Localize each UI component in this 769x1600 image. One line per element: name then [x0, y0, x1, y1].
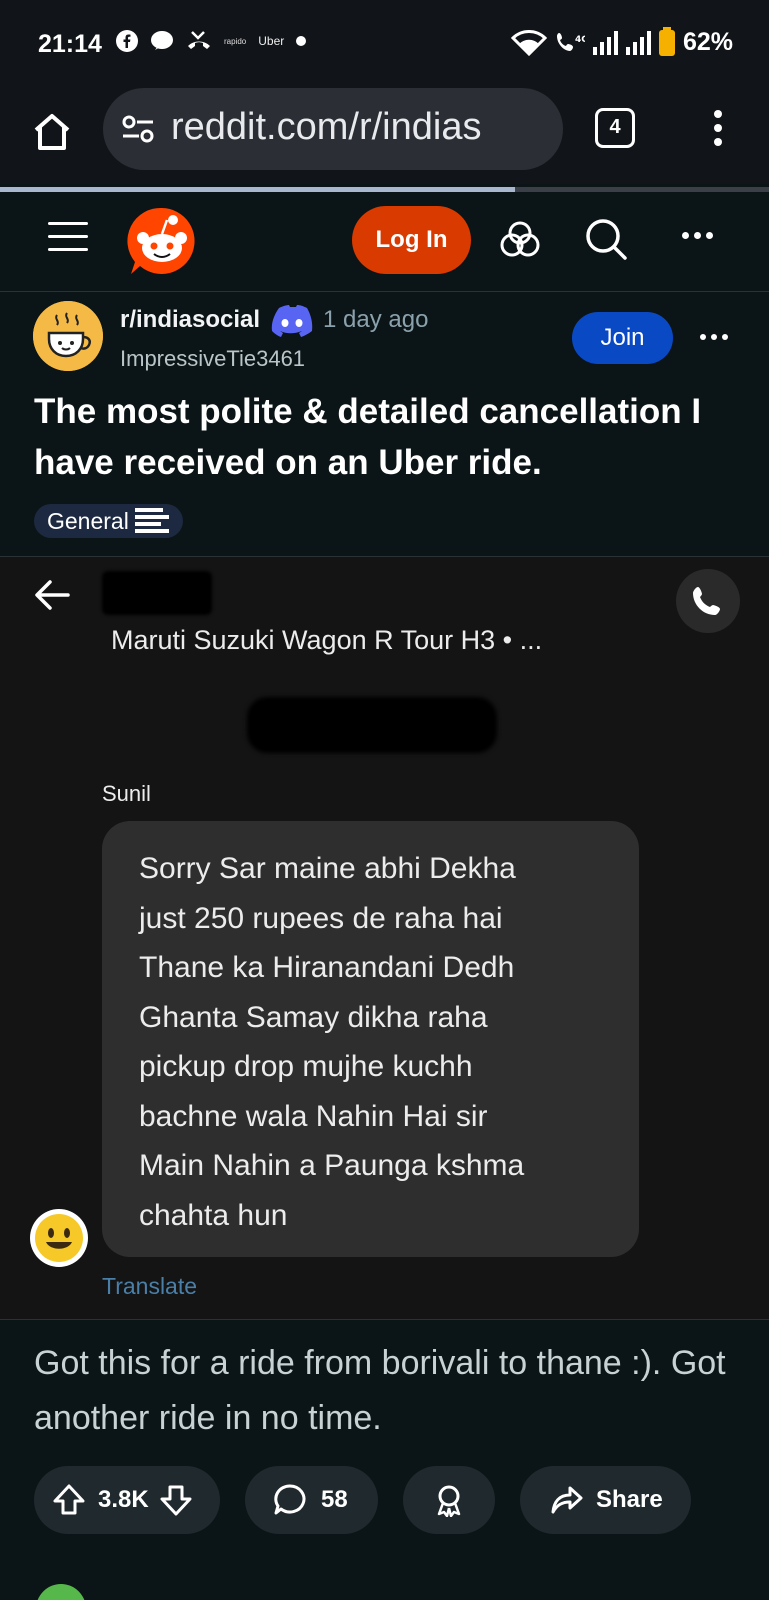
subreddit-avatar[interactable] [33, 301, 103, 371]
volte-icon: 4G [556, 32, 585, 51]
redacted-name [102, 571, 212, 615]
post-author[interactable]: ImpressiveTie3461 [120, 346, 305, 372]
post-title[interactable]: The most polite & detailed cancellation … [34, 386, 744, 488]
message-bubble: Sorry Sar maine abhi Dekha just 250 rupe… [102, 821, 639, 1257]
more-options-icon[interactable] [682, 232, 713, 239]
subreddit-name[interactable]: r/indiasocial [120, 306, 260, 334]
url-text[interactable]: reddit.com/r/indias [171, 106, 481, 149]
message-line: Sorry Sar maine abhi Dekha [139, 852, 516, 885]
message-line: Thane ka Hiranandani Dedh [139, 951, 515, 984]
phone-call-icon [676, 569, 740, 633]
message-line: just 250 rupees de raha hai [139, 901, 503, 935]
menu-icon[interactable] [48, 222, 88, 252]
back-arrow-icon [35, 580, 70, 610]
message-line: bachne wala Nahin Hai sir [139, 1099, 488, 1133]
chai-cup-icon [33, 301, 103, 371]
browser-menu-icon[interactable] [708, 106, 728, 150]
post-body: Got this for a ride from borivali to tha… [34, 1344, 726, 1437]
messenger-icon [151, 31, 173, 50]
system-icons: 4G 62% [510, 26, 733, 57]
award-icon [437, 1485, 461, 1517]
award-button[interactable] [403, 1466, 495, 1534]
post-image[interactable]: Maruti Suzuki Wagon R Tour H3 • ... Suni… [0, 556, 769, 1320]
comment-avatar[interactable] [36, 1584, 86, 1600]
smiley-avatar-icon [30, 1209, 88, 1267]
battery-icon [658, 26, 675, 56]
home-icon[interactable] [30, 110, 74, 154]
reddit-logo-icon[interactable] [127, 206, 197, 276]
login-button[interactable]: Log In [352, 206, 471, 274]
downvote-icon[interactable] [159, 1483, 193, 1517]
tab-switcher-button[interactable]: 4 [595, 108, 635, 148]
facebook-icon [116, 30, 138, 52]
translate-link: Translate [102, 1273, 198, 1299]
vehicle-info: Maruti Suzuki Wagon R Tour H3 • ... [111, 625, 543, 655]
vote-bar: 3.8K [34, 1466, 220, 1534]
rapido-icon: rapido [224, 36, 247, 46]
flair-lines-icon [134, 508, 169, 534]
reddit-header: Log In [0, 192, 769, 292]
dot-icon [296, 36, 307, 46]
comment-count: 58 [321, 1486, 348, 1513]
comments-button[interactable]: 58 [245, 1466, 378, 1534]
signal-icon [625, 30, 651, 55]
post-flair[interactable]: General [34, 504, 183, 538]
share-icon [551, 1486, 583, 1514]
message-line: chahta hun [139, 1198, 288, 1232]
message-line: Ghanta Samay dikha raha [139, 1000, 488, 1034]
address-bar[interactable]: reddit.com/r/indias [103, 88, 563, 170]
discord-icon[interactable] [271, 304, 313, 338]
status-time: 21:14 [38, 30, 102, 58]
message-sender: Sunil [102, 781, 151, 806]
signal-icon [592, 30, 618, 55]
wifi-icon [510, 29, 547, 56]
vote-count: 3.8K [98, 1486, 149, 1513]
uber-icon: Uber [258, 34, 285, 48]
comment-icon [274, 1484, 306, 1515]
svg-text:4G: 4G [575, 35, 585, 45]
post-options-icon[interactable] [700, 334, 728, 340]
join-button[interactable]: Join [572, 312, 673, 364]
post-time: 1 day ago [323, 306, 429, 333]
flair-label: General [47, 508, 129, 534]
search-icon[interactable] [583, 216, 629, 262]
redacted-date [247, 697, 497, 753]
browser-toolbar: reddit.com/r/indias 4 [0, 88, 769, 184]
message-line: pickup drop mujhe kuchh [139, 1050, 473, 1083]
upvote-icon[interactable] [52, 1483, 86, 1517]
share-label: Share [596, 1486, 663, 1513]
missed-call-icon [188, 31, 210, 49]
notification-icons: rapido Uber [116, 30, 307, 52]
site-settings-icon[interactable] [121, 114, 155, 144]
status-bar: 21:14 rapido Uber 4G 62% [0, 0, 769, 88]
message-line: Main Nahin a Paunga kshma [139, 1149, 525, 1182]
battery-percent: 62% [682, 28, 733, 56]
popular-icon[interactable] [497, 216, 543, 262]
share-button[interactable]: Share [520, 1466, 691, 1534]
